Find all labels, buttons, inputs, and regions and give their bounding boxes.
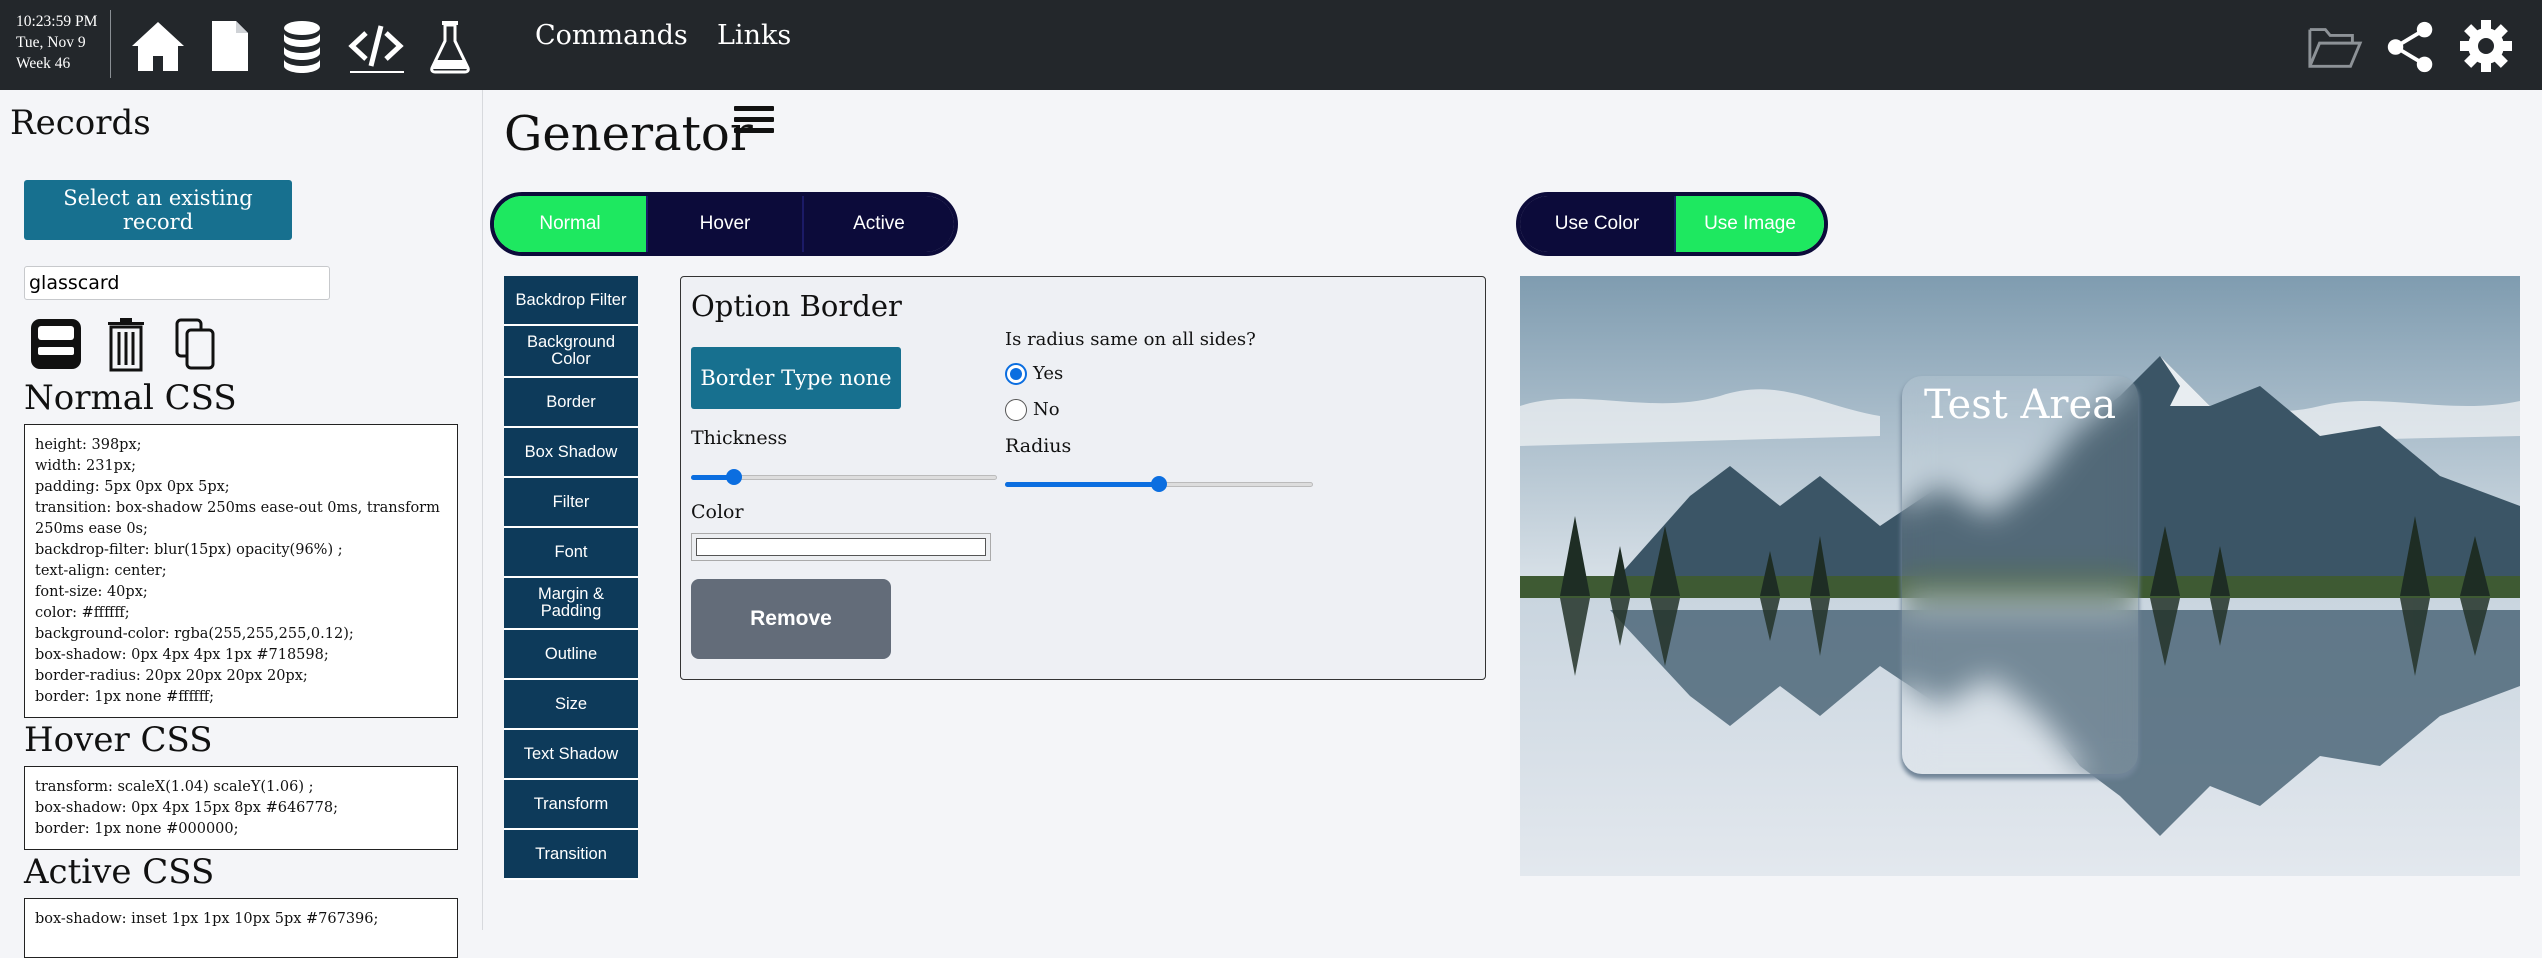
nav-link-commands[interactable]: Commands bbox=[535, 20, 688, 51]
option-font[interactable]: Font bbox=[504, 528, 638, 578]
clock-date: Tue, Nov 9 bbox=[16, 34, 86, 51]
css-line: padding: 5px 0px 0px 5px; bbox=[35, 479, 230, 495]
gear-icon[interactable] bbox=[2456, 16, 2516, 76]
nav-link-links[interactable]: Links bbox=[717, 20, 791, 51]
document-icon[interactable] bbox=[200, 16, 260, 76]
css-line: backdrop-filter: blur(15px) opacity(96%)… bbox=[35, 542, 343, 558]
option-margin-padding[interactable]: Margin & Padding bbox=[504, 578, 638, 630]
option-backdrop-filter[interactable]: Backdrop Filter bbox=[504, 276, 638, 326]
hover-css-heading: Hover CSS bbox=[24, 720, 213, 760]
option-filter[interactable]: Filter bbox=[504, 478, 638, 528]
active-css-heading: Active CSS bbox=[24, 852, 215, 892]
radius-question: Is radius same on all sides? bbox=[1005, 329, 1256, 350]
option-border-panel: Option Border Border Type none Thickness… bbox=[680, 276, 1486, 680]
home-icon[interactable] bbox=[128, 16, 188, 76]
menu-icon[interactable] bbox=[734, 106, 774, 136]
css-line: font-size: 40px; bbox=[35, 584, 148, 600]
css-line: transition: box-shadow 250ms ease-out 0m… bbox=[35, 500, 445, 537]
flask-icon[interactable] bbox=[420, 16, 480, 76]
save-icon[interactable] bbox=[28, 316, 84, 372]
radius-fill bbox=[1005, 482, 1159, 487]
radius-yes-label: Yes bbox=[1033, 363, 1064, 384]
css-line: text-align: center; bbox=[35, 563, 167, 579]
css-line: color: #ffffff; bbox=[35, 605, 130, 621]
color-picker[interactable] bbox=[691, 533, 991, 561]
share-icon[interactable] bbox=[2382, 18, 2440, 76]
trash-icon[interactable] bbox=[106, 316, 146, 372]
border-type-button[interactable]: Border Type none bbox=[691, 347, 901, 409]
thickness-slider[interactable] bbox=[691, 467, 997, 487]
css-line: width: 231px; bbox=[35, 458, 137, 474]
select-record-button[interactable]: Select an existing record bbox=[24, 180, 292, 240]
css-line: border-radius: 20px 20px 20px 20px; bbox=[35, 668, 308, 684]
css-line: box-shadow: inset 1px 1px 10px 5px #7673… bbox=[35, 911, 379, 927]
thickness-label: Thickness bbox=[691, 427, 788, 449]
active-css-box: box-shadow: inset 1px 1px 10px 5px #7673… bbox=[24, 898, 458, 958]
thickness-thumb bbox=[725, 469, 742, 485]
tab-normal[interactable]: Normal bbox=[494, 196, 648, 252]
clock-time: 10:23:59 PM bbox=[16, 13, 98, 30]
copy-icon[interactable] bbox=[174, 316, 216, 372]
radius-label: Radius bbox=[1005, 435, 1072, 457]
top-bar: 10:23:59 PM Tue, Nov 9 Week 46 Commands … bbox=[0, 0, 2542, 90]
option-border[interactable]: Border bbox=[504, 378, 638, 428]
css-line: transform: scaleX(1.04) scaleY(1.06) ; bbox=[35, 779, 314, 795]
remove-button[interactable]: Remove bbox=[691, 579, 891, 659]
tab-active[interactable]: Active bbox=[804, 196, 954, 252]
tab-hover[interactable]: Hover bbox=[648, 196, 804, 252]
option-text-shadow[interactable]: Text Shadow bbox=[504, 730, 638, 780]
option-outline[interactable]: Outline bbox=[504, 630, 638, 680]
radius-no-radio[interactable] bbox=[1005, 399, 1027, 421]
panel-title: Option Border bbox=[691, 289, 902, 323]
clock: 10:23:59 PM Tue, Nov 9 Week 46 bbox=[16, 11, 97, 74]
page-title: Generator bbox=[504, 106, 753, 162]
record-name-input[interactable] bbox=[24, 266, 330, 300]
css-line: border: 1px none #000000; bbox=[35, 821, 239, 837]
state-tabs: Normal Hover Active bbox=[490, 192, 958, 256]
clock-week: Week 46 bbox=[16, 55, 71, 72]
tab-use-image[interactable]: Use Image bbox=[1676, 196, 1824, 252]
hover-css-box: transform: scaleX(1.04) scaleY(1.06) ; b… bbox=[24, 766, 458, 850]
option-nav: Backdrop Filter Background Color Border … bbox=[504, 276, 638, 880]
tab-use-color[interactable]: Use Color bbox=[1520, 196, 1676, 252]
css-line: background-color: rgba(255,255,255,0.12)… bbox=[35, 626, 354, 642]
css-line: height: 398px; bbox=[35, 437, 142, 453]
normal-css-box: height: 398px; width: 231px; padding: 5p… bbox=[24, 424, 458, 718]
color-label: Color bbox=[691, 501, 744, 523]
records-heading: Records bbox=[10, 103, 151, 143]
css-line: box-shadow: 0px 4px 15px 8px #646778; bbox=[35, 800, 338, 816]
color-swatch bbox=[696, 538, 986, 556]
radius-slider[interactable] bbox=[1005, 474, 1313, 494]
option-transform[interactable]: Transform bbox=[504, 780, 638, 830]
folder-open-icon[interactable] bbox=[2306, 18, 2364, 76]
divider bbox=[110, 10, 111, 78]
radius-yes-radio[interactable] bbox=[1005, 363, 1027, 385]
radius-thumb bbox=[1151, 476, 1167, 492]
code-icon[interactable] bbox=[346, 16, 406, 76]
radius-no-label: No bbox=[1033, 399, 1060, 420]
background-mode-tabs: Use Color Use Image bbox=[1516, 192, 1828, 256]
option-size[interactable]: Size bbox=[504, 680, 638, 730]
normal-css-heading: Normal CSS bbox=[24, 378, 237, 418]
css-line: box-shadow: 0px 4px 4px 1px #718598; bbox=[35, 647, 329, 663]
test-area-card[interactable]: Test Area bbox=[1902, 376, 2138, 774]
database-icon[interactable] bbox=[272, 16, 332, 76]
preview-area: Test Area bbox=[1520, 276, 2520, 876]
css-line: border: 1px none #ffffff; bbox=[35, 689, 215, 705]
test-area-label: Test Area bbox=[1923, 382, 2117, 428]
active-indicator bbox=[350, 71, 404, 73]
option-transition[interactable]: Transition bbox=[504, 830, 638, 880]
option-background-color[interactable]: Background Color bbox=[504, 326, 638, 378]
option-box-shadow[interactable]: Box Shadow bbox=[504, 428, 638, 478]
